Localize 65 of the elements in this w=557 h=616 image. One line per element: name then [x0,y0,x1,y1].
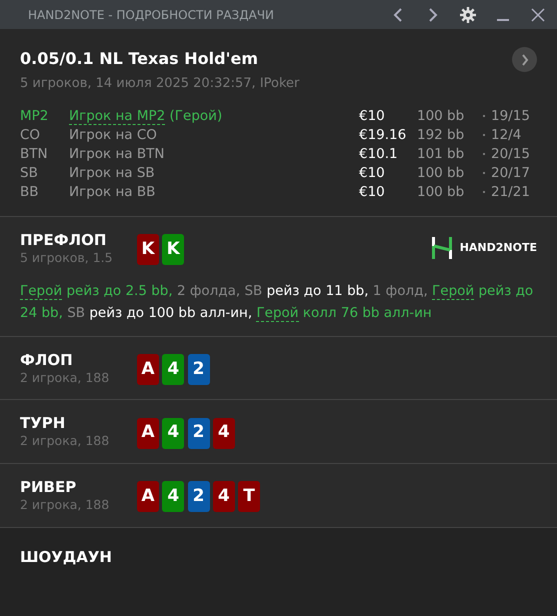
gear-icon [460,6,476,22]
player-name: Игрок на CO [69,126,157,143]
player-name-link[interactable]: Игрок на MP2 [69,108,166,125]
street-name: ТУРН [20,414,66,432]
playing-card: 2 [188,481,210,512]
hand-title: 0.05/0.1 NL Texas Hold'em [20,48,259,70]
next-hand-button[interactable] [512,47,537,72]
player-stats: 20/17 [491,164,530,181]
stack-bb: 192 bb [417,126,464,143]
position-label: SB [20,164,39,183]
window-title: HAND2NOTE - ПОДРОБНОСТИ РАЗДАЧИ [28,6,276,24]
position-label: MP2 [20,106,50,126]
position-label: CO [20,126,42,145]
street-name: ФЛОП [20,350,74,368]
player-name: Игрок на BTN [69,146,164,162]
playing-card: 4 [212,481,235,512]
hand-subtitle: 5 игроков, 14 июля 2025 20:32:57, IPoker [20,75,300,94]
playing-card: K [137,234,159,265]
position-label: BTN [20,144,49,164]
hero-link[interactable]: Герой [432,282,474,300]
stack-amount: €10 [359,184,385,200]
player-name: Игрок на BB [69,184,156,200]
playing-card: 4 [212,418,235,448]
chevron-right-icon [428,8,438,22]
playing-card: T [238,481,260,512]
stack-bb: 100 bb [417,164,464,181]
street-info: 2 игрока, 188 [20,432,110,450]
player-stats: 21/21 [491,184,530,200]
street-info: 5 игроков, 1.5 [20,248,114,267]
street-name: РИВЕР [20,478,78,496]
logo-icon [431,237,454,260]
playing-card: 4 [162,481,184,512]
player-stats: 20/15 [491,146,530,162]
close-icon [531,8,545,22]
logo-text: HAND2NOTE [460,240,537,256]
position-label: BB [20,182,40,202]
playing-card: 2 [188,418,210,448]
stack-bb: 101 bb [417,146,464,162]
hero-link[interactable]: Герой [256,304,299,322]
stack-amount: €10.1 [359,146,398,162]
street-name: ПРЕФЛОП [20,230,108,249]
playing-card: 2 [188,354,210,385]
playing-card: A [137,354,159,385]
street-info: 2 игрока, 188 [20,368,110,387]
street-info: 2 игрока, 188 [20,496,110,514]
hero-tag: (Герой) [170,108,222,124]
playing-card: A [137,418,159,448]
player-name: Игрок на SB [69,164,155,181]
minimize-icon [497,18,509,20]
playing-card: 4 [162,354,184,385]
player-stats: 12/4 [491,126,522,143]
stack-amount: €19.16 [359,126,406,143]
showdown-title: ШОУДАУН [20,548,113,566]
action-history: Герой рейз до 2.5 bb, 2 фолда, SB рейз до 11 bb, 1 фолд, Герой рейз до 24 bb, SB рейз до 100 bb алл-ин, Герой колл 76 bb алл-ин [20,282,534,324]
chevron-left-icon [393,8,403,22]
playing-card: 4 [162,418,184,448]
hero-link[interactable]: Герой [20,282,62,300]
playing-card: A [137,481,159,512]
stack-amount: €10 [359,164,385,181]
stack-bb: 100 bb [417,108,464,124]
playing-card: K [162,234,184,265]
stack-bb: 100 bb [417,184,464,200]
player-stats: 19/15 [491,108,530,124]
chevron-right-icon [520,54,528,66]
stack-amount: €10 [359,108,385,124]
